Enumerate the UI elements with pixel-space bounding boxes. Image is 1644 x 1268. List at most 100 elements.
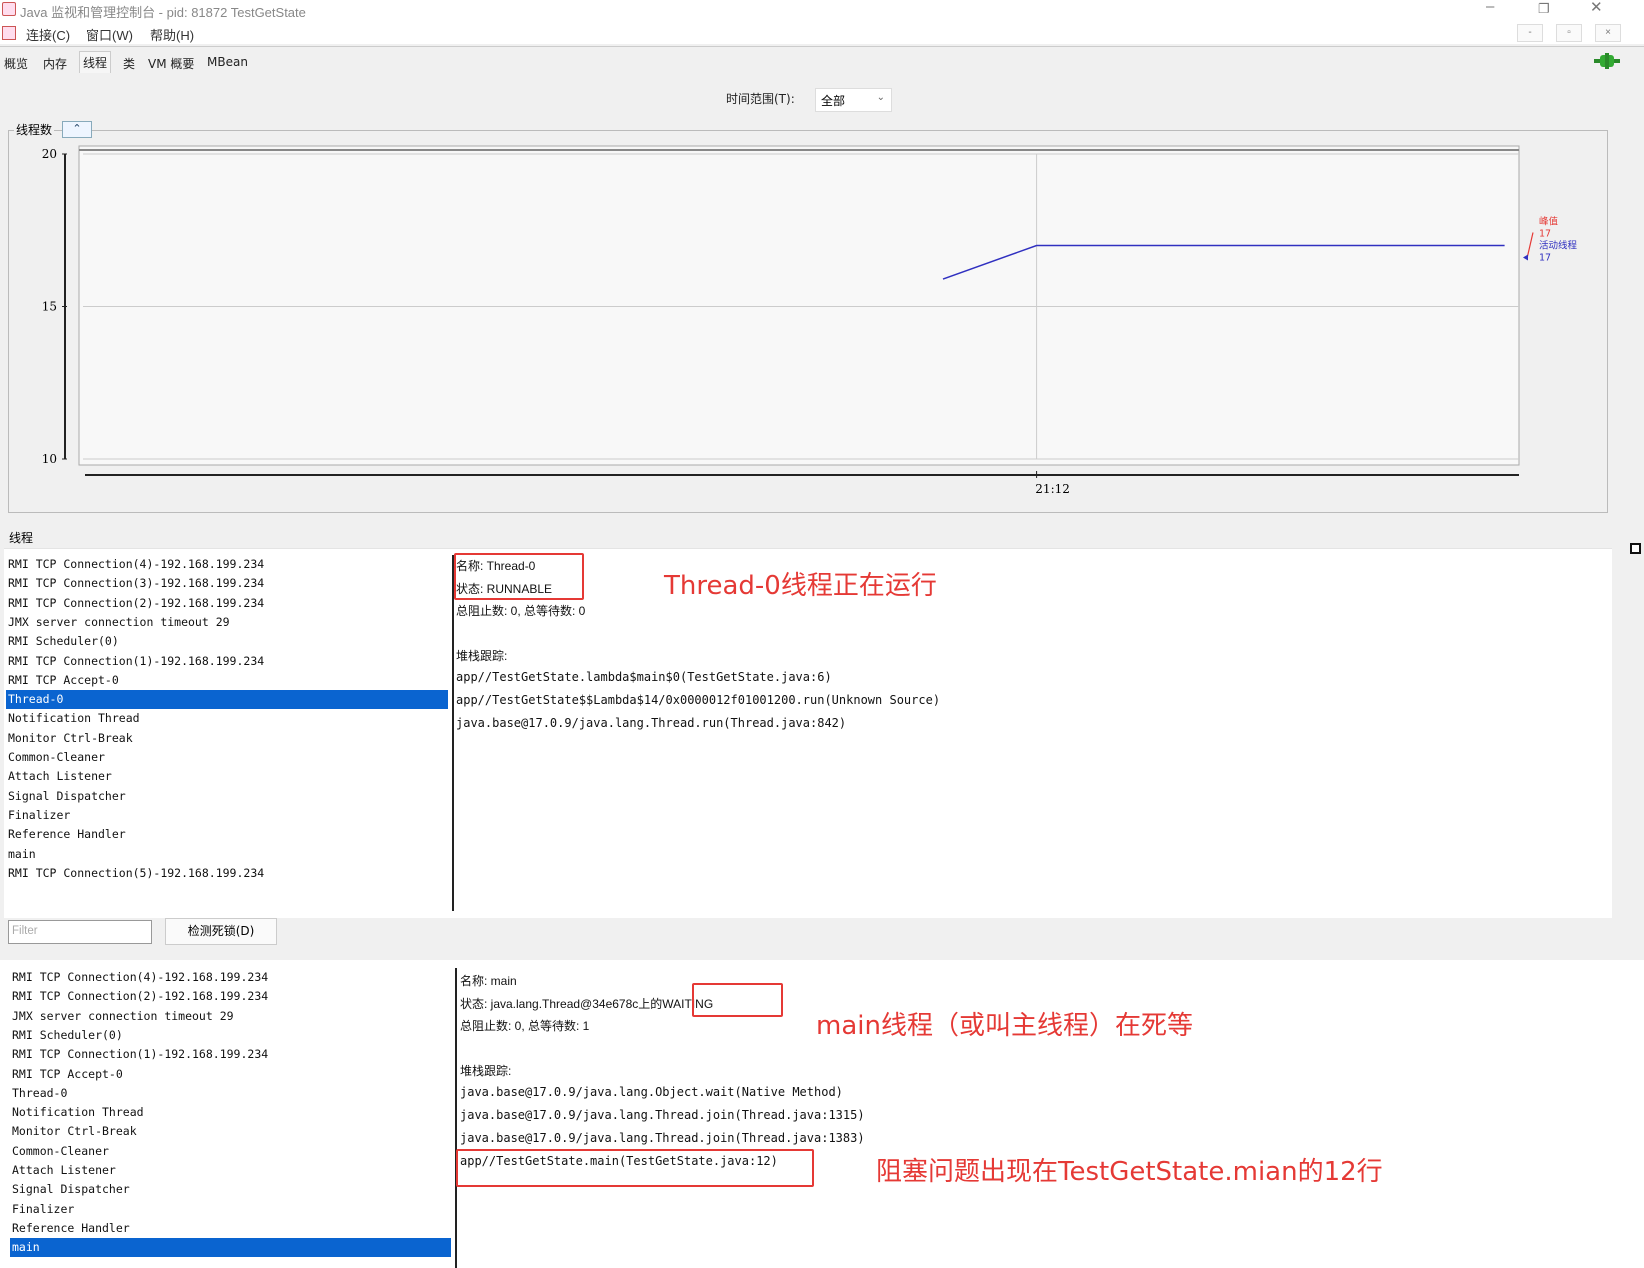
thread-list-item[interactable]: RMI TCP Connection(2)-192.168.199.234 bbox=[6, 594, 448, 613]
thread-list-item[interactable]: RMI Scheduler(0) bbox=[10, 1026, 451, 1045]
thread-list-item[interactable]: Notification Thread bbox=[10, 1103, 451, 1122]
stack-frame: java.base@17.0.9/java.lang.Thread.join(T… bbox=[460, 1131, 865, 1145]
legend-label: 峰值 bbox=[1539, 216, 1559, 228]
highlight-box-main-stack bbox=[456, 1149, 814, 1187]
thread-list-item[interactable]: RMI TCP Connection(3)-192.168.199.234 bbox=[6, 574, 448, 593]
time-range-label: 时间范围(T): bbox=[726, 92, 795, 106]
tab-vm-summary[interactable]: VM 概要 bbox=[148, 55, 194, 72]
thread-panel-1: RMI TCP Connection(4)-192.168.199.234 RMI… bbox=[4, 548, 1612, 918]
thread-list-item[interactable]: JMX server connection timeout 29 bbox=[10, 1007, 451, 1026]
thread-count-chart: 10152021:12峰值17活动线程17 bbox=[42, 145, 1578, 496]
thread-list-item[interactable]: Signal Dispatcher bbox=[10, 1180, 451, 1199]
thread-list-item[interactable]: RMI TCP Connection(2)-192.168.199.234 bbox=[10, 987, 451, 1006]
thread-list-item[interactable]: Monitor Ctrl-Break bbox=[10, 1122, 451, 1141]
title-bar: Java 监视和管理控制台 - pid: 81872 TestGetState … bbox=[0, 0, 1644, 20]
annotation-main-waiting: main线程（或叫主线程）在死等 bbox=[816, 1011, 1193, 1041]
thread-list-item[interactable]: RMI TCP Accept-0 bbox=[10, 1065, 451, 1084]
filter-input[interactable]: Filter bbox=[8, 920, 152, 944]
detect-deadlock-button[interactable]: 检测死锁(D) bbox=[165, 918, 277, 945]
tab-bar: 概览 内存 线程 类 VM 概要 MBean bbox=[0, 46, 1644, 74]
legend-label: 17 bbox=[1539, 253, 1551, 264]
window-title: Java 监视和管理控制台 - pid: 81872 TestGetState bbox=[20, 5, 306, 20]
thread-list-item[interactable]: Thread-0 bbox=[6, 690, 448, 710]
collapse-chevron-icon[interactable]: ⌃ bbox=[62, 121, 92, 138]
legend-pointer bbox=[1523, 254, 1528, 261]
menu-bar: 连接(C) 窗口(W) 帮助(H) bbox=[0, 20, 1644, 44]
legend-label: 活动线程 bbox=[1539, 240, 1578, 252]
thread-list-item[interactable]: RMI Scheduler(0) bbox=[6, 632, 448, 651]
inner-close-button[interactable]: × bbox=[1595, 24, 1621, 42]
thread-list-item[interactable]: Signal Dispatcher bbox=[6, 787, 448, 806]
time-range-select[interactable]: 全部 ⌄ bbox=[815, 88, 892, 112]
thread-list-item[interactable]: JMX server connection timeout 29 bbox=[6, 613, 448, 632]
thread-list-item[interactable]: main bbox=[6, 845, 448, 864]
thread-list-item[interactable]: main bbox=[10, 1238, 451, 1258]
annotation-thread0-running: Thread-0线程正在运行 bbox=[664, 571, 937, 601]
thread-list-item[interactable]: Common-Cleaner bbox=[10, 1142, 451, 1161]
thread-list-item[interactable]: RMI TCP Connection(1)-192.168.199.234 bbox=[6, 652, 448, 671]
legend-label: 17 bbox=[1539, 229, 1551, 240]
thread-list-item[interactable]: RMI TCP Accept-0 bbox=[6, 671, 448, 690]
stack-trace-label: 堆栈跟踪: bbox=[460, 1064, 512, 1078]
thread-list-2[interactable]: RMI TCP Connection(4)-192.168.199.234 RMI… bbox=[10, 968, 451, 1268]
jconsole-window: Java 监视和管理控制台 - pid: 81872 TestGetState … bbox=[0, 0, 1644, 1268]
thread-list-item[interactable]: Finalizer bbox=[10, 1200, 451, 1219]
thread-counts: 总阻止数: 0, 总等待数: 1 bbox=[460, 1019, 590, 1033]
maximize-icon[interactable]: ❐ bbox=[1538, 1, 1550, 17]
thread-detail-1: 名称: Thread-0 状态: RUNNABLE 总阻止数: 0, 总等待数:… bbox=[456, 557, 1456, 757]
stack-frame: app//TestGetState.lambda$main$0(TestGetS… bbox=[456, 670, 832, 684]
close-icon[interactable]: ✕ bbox=[1590, 0, 1603, 16]
highlight-box-thread0-state bbox=[454, 553, 584, 600]
thread-list-item[interactable]: RMI TCP Connection(4)-192.168.199.234 bbox=[6, 555, 448, 574]
threads-section-label: 线程 bbox=[9, 531, 34, 545]
thread-list-item[interactable]: Reference Handler bbox=[6, 825, 448, 844]
tab-memory[interactable]: 内存 bbox=[43, 55, 67, 72]
menu-connect[interactable]: 连接(C) bbox=[26, 25, 70, 44]
tab-classes[interactable]: 类 bbox=[123, 55, 135, 72]
tab-overview[interactable]: 概览 bbox=[4, 55, 28, 72]
thread-list-item[interactable]: Thread-0 bbox=[10, 1084, 451, 1103]
chart-box-label: 线程数 bbox=[14, 121, 55, 138]
resize-handle[interactable] bbox=[1630, 543, 1641, 554]
splitter-2[interactable] bbox=[455, 968, 457, 1268]
thread-list-item[interactable]: RMI TCP Connection(4)-192.168.199.234 bbox=[10, 968, 451, 987]
thread-list-1[interactable]: RMI TCP Connection(4)-192.168.199.234 RMI… bbox=[6, 555, 448, 905]
time-range-value: 全部 bbox=[821, 94, 846, 108]
thread-list-item[interactable]: Attach Listener bbox=[10, 1161, 451, 1180]
tab-mbean[interactable]: MBean bbox=[207, 55, 248, 69]
stack-frame: app//TestGetState$$Lambda$14/0x0000012f0… bbox=[456, 693, 941, 707]
thread-state: 状态: java.lang.Thread@34e678c上的WAITING bbox=[460, 995, 713, 1012]
menu-help[interactable]: 帮助(H) bbox=[150, 25, 194, 44]
minimize-icon[interactable]: – bbox=[1486, 0, 1494, 15]
thread-list-item[interactable]: Notification Thread bbox=[6, 709, 448, 728]
thread-list-item[interactable]: RMI TCP Connection(1)-192.168.199.234 bbox=[10, 1045, 451, 1064]
splitter-1[interactable] bbox=[452, 555, 454, 911]
x-tick-label: 21:12 bbox=[1035, 482, 1070, 496]
thread-list-item[interactable]: Monitor Ctrl-Break bbox=[6, 729, 448, 748]
thread-list-item[interactable]: Attach Listener bbox=[6, 767, 448, 786]
thread-list-item[interactable]: Finalizer bbox=[6, 806, 448, 825]
thread-list-item[interactable]: Reference Handler bbox=[10, 1219, 451, 1238]
stack-trace-label: 堆栈跟踪: bbox=[456, 649, 508, 663]
tab-threads[interactable]: 线程 bbox=[79, 51, 112, 73]
thread-count-chart-box: 10 15 20 21:12 峰值 17 活动线程 17 bbox=[8, 130, 1608, 513]
y-tick-label: 20 bbox=[42, 147, 57, 161]
connection-status-icon bbox=[1594, 53, 1620, 69]
inner-restore-button[interactable]: ▫ bbox=[1556, 24, 1582, 42]
annotation-block-location: 阻塞问题出现在TestGetState.mian的12行 bbox=[876, 1157, 1383, 1187]
highlight-box-main-waiting bbox=[692, 983, 783, 1017]
y-tick-label: 15 bbox=[42, 300, 57, 314]
inner-minimize-button[interactable]: - bbox=[1517, 24, 1543, 42]
thread-list-item[interactable]: Common-Cleaner bbox=[6, 748, 448, 767]
chevron-down-icon: ⌄ bbox=[876, 92, 885, 103]
java-app-icon bbox=[2, 2, 16, 16]
java-menu-icon bbox=[2, 26, 16, 40]
thread-list-item[interactable]: RMI TCP Connection(5)-192.168.199.234 bbox=[6, 864, 448, 883]
plot-area bbox=[78, 145, 1520, 466]
stack-frame: java.base@17.0.9/java.lang.Thread.run(Th… bbox=[456, 716, 847, 730]
stack-frame: java.base@17.0.9/java.lang.Thread.join(T… bbox=[460, 1108, 865, 1122]
thread-state-prefix: 状态: java.lang.Thread@34e678c上 bbox=[460, 997, 651, 1011]
thread-name: 名称: main bbox=[460, 974, 517, 988]
thread-counts: 总阻止数: 0, 总等待数: 0 bbox=[456, 604, 586, 618]
menu-window[interactable]: 窗口(W) bbox=[86, 25, 133, 44]
